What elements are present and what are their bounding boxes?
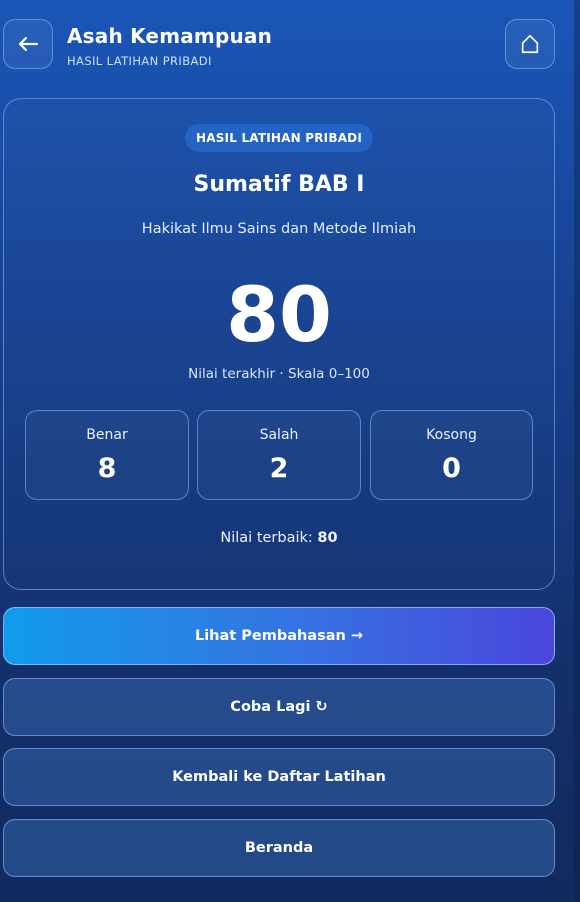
stat-value: 0 bbox=[442, 453, 461, 484]
stat-label: Kosong bbox=[426, 427, 477, 443]
stat-label: Salah bbox=[259, 427, 299, 443]
stat-value: 2 bbox=[269, 453, 289, 484]
page-title: Asah Kemampuan bbox=[67, 24, 273, 48]
stat-wrong: Salah 2 bbox=[197, 410, 361, 500]
home-button[interactable] bbox=[505, 19, 555, 69]
score-caption: Nilai terakhir · Skala 0–100 bbox=[188, 366, 370, 382]
home-nav-button[interactable]: Beranda bbox=[3, 819, 555, 877]
best-score-label: Nilai terbaik: bbox=[220, 530, 318, 546]
stat-empty: Kosong 0 bbox=[370, 410, 533, 500]
score-value: 80 bbox=[226, 270, 332, 359]
quiz-topic: Hakikat Ilmu Sains dan Metode Ilmiah bbox=[141, 221, 417, 237]
stat-value: 8 bbox=[97, 453, 117, 484]
back-button[interactable] bbox=[3, 19, 53, 69]
stat-correct: Benar 8 bbox=[25, 410, 189, 500]
best-score-value: 80 bbox=[317, 530, 338, 546]
review-button[interactable]: Lihat Pembahasan → bbox=[3, 607, 555, 665]
best-score: Nilai terbaik: 80 bbox=[3, 530, 555, 546]
stat-label: Benar bbox=[86, 427, 128, 443]
back-to-list-button[interactable]: Kembali ke Daftar Latihan bbox=[3, 748, 555, 806]
result-badge: HASIL LATIHAN PRIBADI bbox=[185, 124, 373, 152]
quiz-title: Sumatif BAB I bbox=[193, 172, 365, 197]
scrollbar[interactable] bbox=[574, 0, 580, 902]
page-subtitle: HASIL LATIHAN PRIBADI bbox=[67, 54, 212, 68]
app-header: Asah Kemampuan HASIL LATIHAN PRIBADI bbox=[0, 0, 580, 86]
retry-button[interactable]: Coba Lagi ↻ bbox=[3, 678, 555, 736]
home-icon bbox=[521, 34, 539, 54]
arrow-left-icon bbox=[18, 36, 39, 52]
